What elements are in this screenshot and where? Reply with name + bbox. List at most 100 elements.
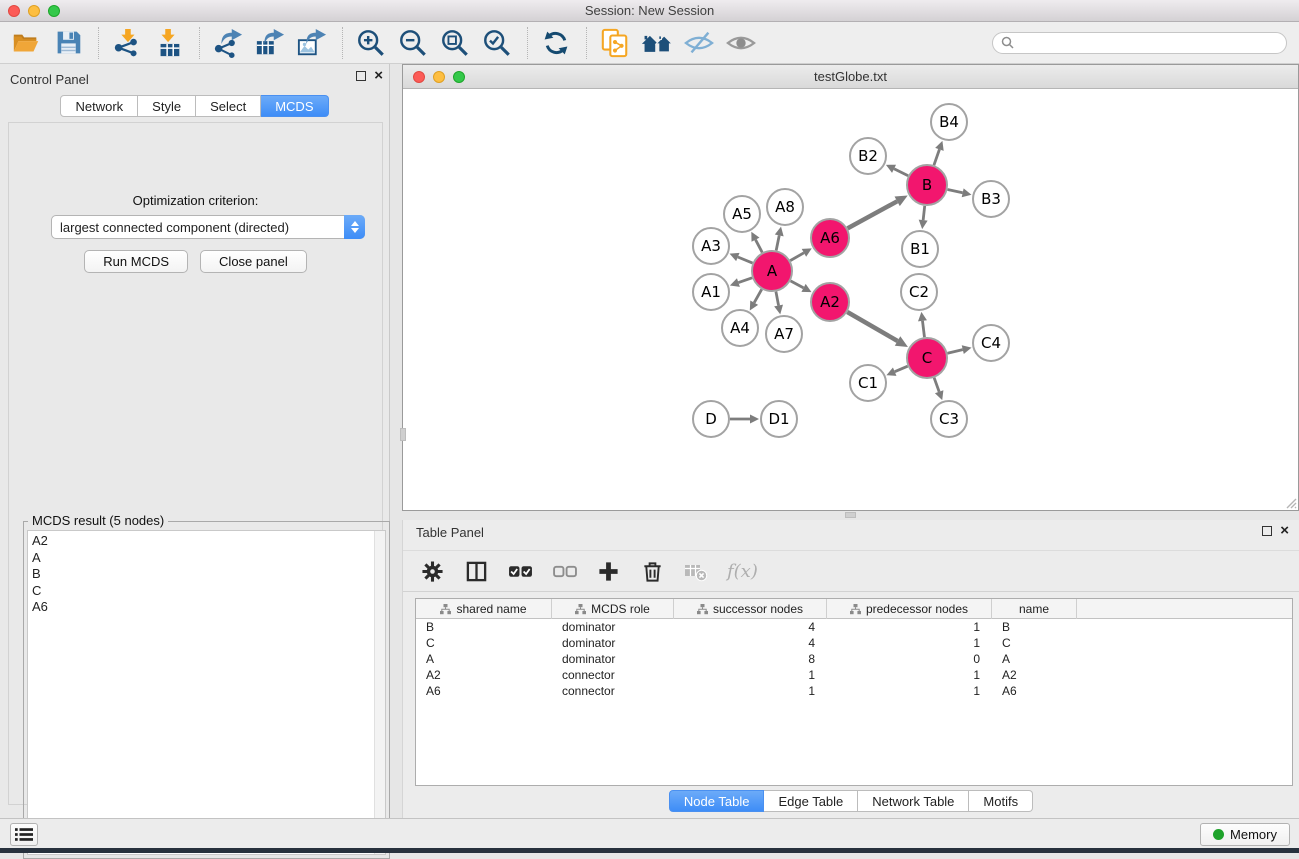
table-cell[interactable]: C bbox=[416, 635, 552, 651]
network-window-titlebar[interactable]: testGlobe.txt bbox=[403, 65, 1298, 89]
float-table-panel-icon[interactable] bbox=[1262, 526, 1272, 536]
graph-node-D[interactable]: D bbox=[693, 401, 729, 437]
add-column-button[interactable] bbox=[595, 558, 621, 584]
result-item[interactable]: C bbox=[32, 583, 385, 600]
deselect-all-button[interactable] bbox=[551, 558, 577, 584]
result-item[interactable]: B bbox=[32, 566, 385, 583]
graph-edge-B-B1[interactable] bbox=[923, 206, 925, 220]
graph-node-A6[interactable]: A6 bbox=[811, 219, 849, 257]
network-canvas[interactable]: AA1A2A3A4A5A6A7A8BB1B2B3B4CC1C2C3C4DD1 bbox=[403, 89, 1298, 510]
graph-node-C3[interactable]: C3 bbox=[931, 401, 967, 437]
criterion-dropdown[interactable]: largest connected component (directed) bbox=[51, 215, 365, 239]
close-panel-icon[interactable]: × bbox=[374, 70, 383, 82]
home-button[interactable] bbox=[639, 25, 675, 61]
graph-node-C1[interactable]: C1 bbox=[850, 365, 886, 401]
search-field[interactable] bbox=[992, 32, 1287, 54]
zoom-fit-button[interactable] bbox=[437, 25, 473, 61]
table-cell[interactable]: 1 bbox=[827, 667, 992, 683]
graph-edge-A2-C[interactable] bbox=[847, 312, 897, 341]
network-zoom-button[interactable] bbox=[453, 71, 465, 83]
graph-edge-A-A7[interactable] bbox=[776, 292, 779, 306]
graph-edge-B-B3[interactable] bbox=[948, 189, 963, 192]
tab-select[interactable]: Select bbox=[196, 95, 261, 117]
graph-edge-B-B4[interactable] bbox=[934, 149, 940, 165]
table-cell[interactable]: 1 bbox=[827, 619, 992, 635]
graph-edge-A6-B[interactable] bbox=[848, 201, 898, 228]
table-cell[interactable]: 1 bbox=[827, 683, 992, 699]
split-column-button[interactable] bbox=[463, 558, 489, 584]
vertical-splitter-handle[interactable] bbox=[400, 428, 406, 441]
column-header-name[interactable]: name bbox=[992, 599, 1077, 619]
delete-column-button[interactable] bbox=[639, 558, 665, 584]
export-image-button[interactable] bbox=[294, 25, 330, 61]
table-cell[interactable]: A bbox=[416, 651, 552, 667]
graph-node-C[interactable]: C bbox=[907, 338, 947, 378]
graph-edge-C-C2[interactable] bbox=[922, 321, 924, 337]
search-input[interactable] bbox=[1019, 36, 1278, 50]
table-cell[interactable]: 4 bbox=[674, 619, 827, 635]
graph-edge-A-A4[interactable] bbox=[754, 289, 762, 302]
graph-node-A[interactable]: A bbox=[752, 251, 792, 291]
import-table-button[interactable] bbox=[151, 25, 187, 61]
graph-node-B[interactable]: B bbox=[907, 165, 947, 205]
graph-edge-A-A5[interactable] bbox=[756, 240, 763, 253]
graph-node-A2[interactable]: A2 bbox=[811, 283, 849, 321]
graph-node-C4[interactable]: C4 bbox=[973, 325, 1009, 361]
table-row[interactable]: A2connector11A2 bbox=[416, 667, 1292, 683]
table-cell[interactable]: dominator bbox=[552, 651, 674, 667]
table-settings-button[interactable] bbox=[419, 558, 445, 584]
table-cell[interactable]: 8 bbox=[674, 651, 827, 667]
zoom-in-button[interactable] bbox=[353, 25, 389, 61]
table-cell[interactable]: B bbox=[992, 619, 1077, 635]
show-view-button[interactable] bbox=[723, 25, 759, 61]
task-history-button[interactable] bbox=[10, 823, 38, 846]
graph-node-B3[interactable]: B3 bbox=[973, 181, 1009, 217]
table-row[interactable]: A6connector11A6 bbox=[416, 683, 1292, 699]
close-table-panel-icon[interactable]: × bbox=[1280, 525, 1289, 537]
table-cell[interactable]: 0 bbox=[827, 651, 992, 667]
mcds-result-list[interactable]: A2ABCA6 bbox=[27, 530, 386, 855]
table-cell[interactable]: 4 bbox=[674, 635, 827, 651]
graph-node-A1[interactable]: A1 bbox=[693, 274, 729, 310]
graph-edge-A-A2[interactable] bbox=[791, 281, 804, 288]
open-session-button[interactable] bbox=[8, 25, 44, 61]
table-cell[interactable]: connector bbox=[552, 683, 674, 699]
tab-node-table[interactable]: Node Table bbox=[669, 790, 765, 812]
delete-table-button[interactable] bbox=[683, 558, 709, 584]
graph-edge-C-C3[interactable] bbox=[934, 378, 939, 392]
table-cell[interactable]: B bbox=[416, 619, 552, 635]
export-table-button[interactable] bbox=[252, 25, 288, 61]
apply-function-button[interactable]: f(x) bbox=[727, 558, 758, 584]
graph-node-A7[interactable]: A7 bbox=[766, 316, 802, 352]
export-network-button[interactable] bbox=[210, 25, 246, 61]
run-mcds-button[interactable]: Run MCDS bbox=[84, 250, 188, 273]
table-cell[interactable]: A6 bbox=[992, 683, 1077, 699]
refresh-button[interactable] bbox=[538, 25, 574, 61]
graph-node-A8[interactable]: A8 bbox=[767, 189, 803, 225]
tab-network-table[interactable]: Network Table bbox=[858, 790, 969, 812]
graph-edge-A-A6[interactable] bbox=[790, 253, 804, 261]
table-cell[interactable]: A bbox=[992, 651, 1077, 667]
graph-node-B4[interactable]: B4 bbox=[931, 104, 967, 140]
save-session-button[interactable] bbox=[50, 25, 86, 61]
result-scrollbar[interactable] bbox=[374, 531, 385, 854]
graph-node-A3[interactable]: A3 bbox=[693, 228, 729, 264]
graph-node-B1[interactable]: B1 bbox=[902, 231, 938, 267]
select-all-button[interactable] bbox=[507, 558, 533, 584]
table-cell[interactable]: 1 bbox=[674, 667, 827, 683]
graph-edge-C-C1[interactable] bbox=[895, 366, 908, 371]
table-cell[interactable]: A2 bbox=[992, 667, 1077, 683]
graph-edge-A-A3[interactable] bbox=[738, 257, 753, 263]
column-header-shared-name[interactable]: shared name bbox=[416, 599, 552, 619]
network-graph[interactable]: AA1A2A3A4A5A6A7A8BB1B2B3B4CC1C2C3C4DD1 bbox=[403, 89, 1298, 510]
network-close-button[interactable] bbox=[413, 71, 425, 83]
result-item[interactable]: A6 bbox=[32, 599, 385, 616]
tab-motifs[interactable]: Motifs bbox=[969, 790, 1033, 812]
network-minimize-button[interactable] bbox=[433, 71, 445, 83]
table-cell[interactable]: connector bbox=[552, 667, 674, 683]
hide-view-button[interactable] bbox=[681, 25, 717, 61]
table-cell[interactable]: dominator bbox=[552, 619, 674, 635]
table-cell[interactable]: 1 bbox=[827, 635, 992, 651]
tab-edge-table[interactable]: Edge Table bbox=[764, 790, 858, 812]
column-header-predecessor-nodes[interactable]: predecessor nodes bbox=[827, 599, 992, 619]
